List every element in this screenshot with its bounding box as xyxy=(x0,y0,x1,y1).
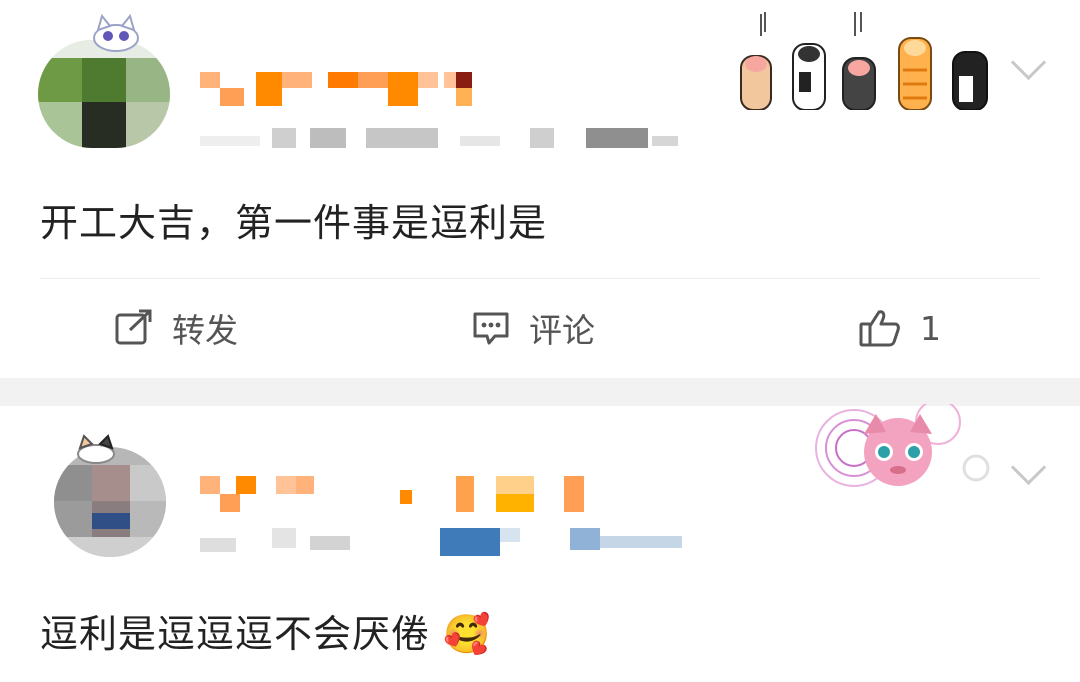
post-content-text: 逗利是逗逗逗不会厌倦 xyxy=(40,612,431,656)
username[interactable] xyxy=(200,72,500,106)
cat-sticker-icon xyxy=(93,14,139,52)
pink-character-decoration-icon xyxy=(815,404,990,487)
emoji-icon: 🥰 xyxy=(443,612,492,656)
chevron-down-icon[interactable] xyxy=(1010,44,1047,81)
post-separator xyxy=(0,378,1080,406)
like-count: 1 xyxy=(920,308,941,348)
like-button[interactable]: 1 xyxy=(858,306,941,350)
comment-button[interactable]: 评论 xyxy=(471,306,595,350)
post-content: 开工大吉，第一件事是逗利是 xyxy=(40,201,548,245)
cat-paws-decoration-icon xyxy=(740,12,988,110)
avatar[interactable] xyxy=(38,40,170,148)
post-content: 逗利是逗逗逗不会厌倦 🥰 xyxy=(40,603,491,658)
repost-button[interactable]: 转发 xyxy=(114,306,238,350)
comment-label: 评论 xyxy=(529,311,595,350)
post-meta xyxy=(200,128,680,150)
divider xyxy=(40,278,1040,279)
repost-label: 转发 xyxy=(172,311,238,350)
username[interactable] xyxy=(200,476,590,512)
like-icon xyxy=(859,310,900,347)
comment-icon xyxy=(473,312,509,345)
cat-sticker-icon xyxy=(77,434,115,464)
post-meta xyxy=(200,528,682,556)
feed-post-1: 开工大吉，第一件事是逗利是 转发 评论 1 xyxy=(0,0,1080,378)
repost-icon xyxy=(115,309,152,345)
